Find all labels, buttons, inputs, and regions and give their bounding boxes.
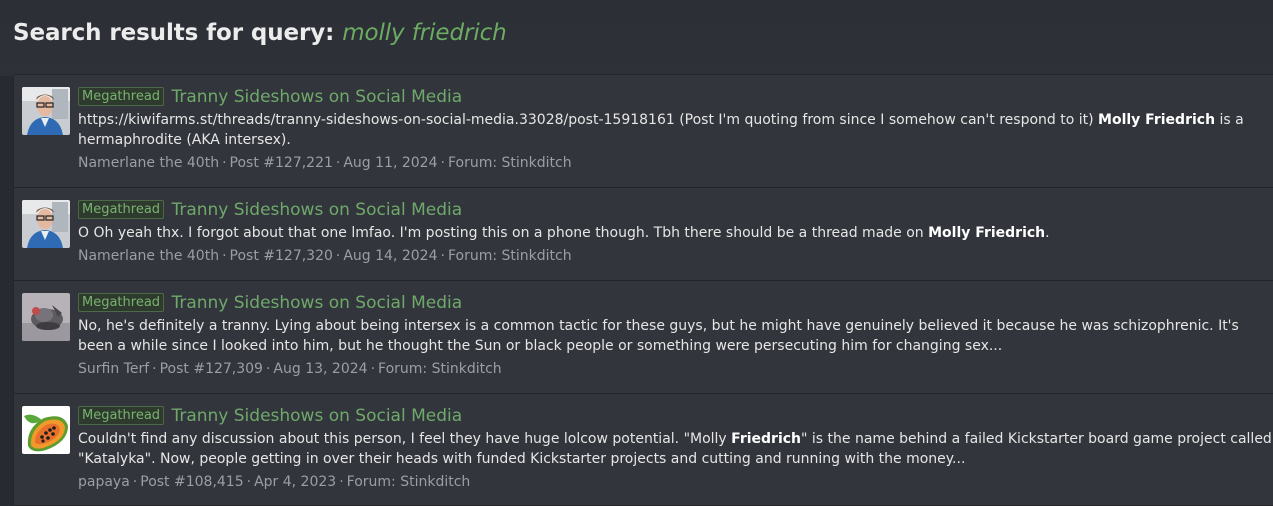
- avatar[interactable]: [22, 200, 70, 248]
- search-result: Megathread Tranny Sideshows on Social Me…: [14, 188, 1273, 281]
- page-title: Search results for query: molly friedric…: [13, 20, 507, 46]
- avatar[interactable]: [22, 293, 70, 341]
- result-title-line: Megathread Tranny Sideshows on Social Me…: [78, 405, 1273, 427]
- post-number: Post #108,415: [140, 474, 244, 490]
- result-meta: Surfin Terf · Post #127,309 · Aug 13, 2024 · F…: [78, 361, 502, 377]
- result-title-line: Megathread Tranny Sideshows on Social Me…: [78, 86, 1273, 108]
- result-content: Megathread Tranny Sideshows on Social Me…: [78, 199, 1273, 266]
- avatar[interactable]: [22, 406, 70, 454]
- forum-link[interactable]: Forum: Stinkditch: [347, 474, 471, 490]
- search-results-list: Megathread Tranny Sideshows on Social Me…: [13, 74, 1273, 506]
- result-title-line: Megathread Tranny Sideshows on Social Me…: [78, 199, 1273, 221]
- search-highlight: Molly Friedrich: [928, 225, 1046, 241]
- thread-title-link[interactable]: Tranny Sideshows on Social Media: [171, 200, 462, 220]
- man-with-glasses-avatar-icon: [22, 200, 70, 248]
- result-meta: Namerlane the 40th · Post #127,221 · Aug 11,…: [78, 155, 572, 171]
- man-with-glasses-avatar-icon: [22, 87, 70, 135]
- result-snippet[interactable]: O Oh yeah thx. I forgot about that one l…: [78, 223, 1273, 243]
- thread-prefix-label[interactable]: Megathread: [78, 200, 165, 219]
- result-content: Megathread Tranny Sideshows on Social Me…: [78, 292, 1273, 379]
- result-snippet[interactable]: https://kiwifarms.st/threads/tranny-side…: [78, 110, 1273, 150]
- thread-title-link[interactable]: Tranny Sideshows on Social Media: [171, 406, 462, 426]
- post-date: Aug 14, 2024: [343, 248, 438, 264]
- author-link[interactable]: Surfin Terf: [78, 361, 149, 377]
- result-meta: Namerlane the 40th · Post #127,320 · Aug 14,…: [78, 248, 572, 264]
- author-link[interactable]: Namerlane the 40th: [78, 248, 219, 264]
- thread-prefix-label[interactable]: Megathread: [78, 293, 165, 312]
- post-number: Post #127,309: [159, 361, 263, 377]
- result-meta: papaya · Post #108,415 · Apr 4, 2023 · Forum: …: [78, 474, 471, 490]
- search-result: Megathread Tranny Sideshows on Social Me…: [14, 281, 1273, 394]
- search-highlight: Molly Friedrich: [1098, 112, 1216, 128]
- result-content: Megathread Tranny Sideshows on Social Me…: [78, 405, 1273, 492]
- result-content: Megathread Tranny Sideshows on Social Me…: [78, 86, 1273, 173]
- search-highlight: Friedrich: [731, 431, 802, 447]
- post-date: Aug 13, 2024: [273, 361, 368, 377]
- result-title-line: Megathread Tranny Sideshows on Social Me…: [78, 292, 1273, 314]
- search-result: Megathread Tranny Sideshows on Social Me…: [14, 394, 1273, 506]
- thread-title-link[interactable]: Tranny Sideshows on Social Media: [171, 87, 462, 107]
- forum-link[interactable]: Forum: Stinkditch: [448, 248, 572, 264]
- sculpture-photo-avatar-icon: [22, 293, 70, 341]
- search-query[interactable]: molly friedrich: [342, 20, 507, 46]
- thread-prefix-label[interactable]: Megathread: [78, 87, 165, 106]
- post-date: Aug 11, 2024: [343, 155, 438, 171]
- author-link[interactable]: Namerlane the 40th: [78, 155, 219, 171]
- forum-link[interactable]: Forum: Stinkditch: [378, 361, 502, 377]
- papaya-avatar-icon: [22, 406, 70, 454]
- result-snippet[interactable]: Couldn't find any discussion about this …: [78, 429, 1273, 469]
- post-date: Apr 4, 2023: [254, 474, 337, 490]
- forum-link[interactable]: Forum: Stinkditch: [448, 155, 572, 171]
- post-number: Post #127,221: [229, 155, 333, 171]
- result-snippet[interactable]: No, he's definitely a tranny. Lying abou…: [78, 316, 1273, 356]
- avatar[interactable]: [22, 87, 70, 135]
- thread-prefix-label[interactable]: Megathread: [78, 406, 165, 425]
- thread-title-link[interactable]: Tranny Sideshows on Social Media: [171, 293, 462, 313]
- page-title-prefix: Search results for query:: [13, 20, 335, 46]
- post-number: Post #127,320: [229, 248, 333, 264]
- author-link[interactable]: papaya: [78, 474, 130, 490]
- search-result: Megathread Tranny Sideshows on Social Me…: [14, 75, 1273, 188]
- page-header: Search results for query: molly friedric…: [0, 0, 1273, 76]
